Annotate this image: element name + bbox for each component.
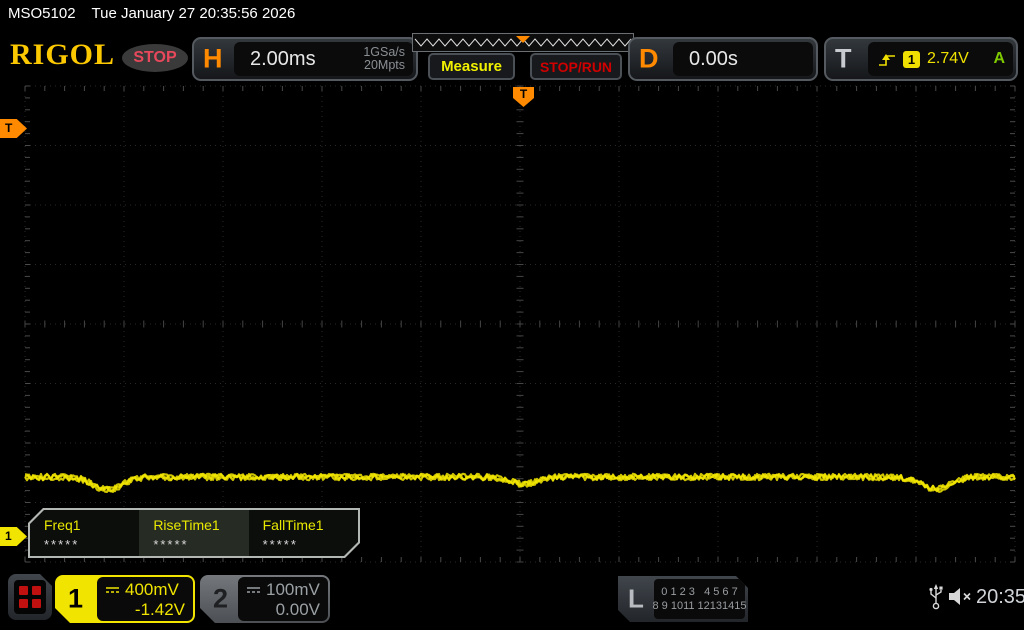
channel2-scale: 100mV — [266, 580, 320, 599]
trigger-label: T — [835, 43, 852, 74]
acquisition-rates: 1GSa/s 20Mpts — [363, 46, 413, 72]
measure-item-falltime1[interactable]: FallTime1 ***** — [249, 510, 358, 556]
datetime: Tue January 27 20:35:56 2026 — [91, 5, 296, 22]
rising-edge-trigger-icon — [879, 53, 895, 66]
digital-channel-list: 0 1 2 3 4 5 6 7 8 9 1011 12131415 — [654, 579, 745, 619]
delay-label: D — [639, 43, 659, 74]
digital-channels-row2: 8 9 1011 12131415 — [652, 600, 747, 612]
status-bar: MSO5102 Tue January 27 20:35:56 2026 — [8, 5, 295, 22]
logic-analyzer-block[interactable]: L 0 1 2 3 4 5 6 7 8 9 1011 12131415 — [618, 576, 748, 622]
model-name: MSO5102 — [8, 5, 76, 22]
horizontal-settings-button[interactable]: H 2.00ms 1GSa/s 20Mpts — [192, 37, 418, 81]
ch1-ground-marker[interactable]: 1 — [0, 527, 27, 546]
trigger-mode: A — [993, 50, 1005, 67]
delay-box: 0.00s — [673, 42, 813, 76]
measure-item-freq1[interactable]: Freq1 ***** — [30, 510, 139, 556]
dc-coupling-icon — [246, 585, 261, 595]
grid-menu-icon — [14, 580, 46, 614]
main-menu-button[interactable] — [8, 574, 52, 620]
memory-depth: 20Mpts — [364, 58, 405, 72]
trigger-source-badge: 1 — [903, 50, 920, 68]
stop-run-button[interactable]: STOP/RUN — [530, 53, 622, 80]
horizontal-label: H — [203, 43, 223, 74]
channel1-scale: 400mV — [125, 580, 179, 599]
digital-channels-row1: 0 1 2 3 4 5 6 7 — [661, 586, 738, 598]
channel2-status-block[interactable]: 2 100mV 0.00V — [200, 575, 330, 623]
logic-analyzer-label: L — [628, 583, 644, 614]
waveform-preview-strip[interactable] — [412, 33, 634, 52]
usb-icon — [929, 584, 943, 610]
timebase-value: 2.00ms — [250, 47, 316, 70]
measure-name: Freq1 — [44, 517, 81, 533]
delay-settings-button[interactable]: D 0.00s — [628, 37, 818, 81]
measure-name: RiseTime1 — [153, 517, 220, 533]
trigger-position-marker[interactable]: T — [513, 87, 534, 107]
measure-name: FallTime1 — [262, 517, 324, 533]
dc-coupling-icon — [105, 585, 120, 595]
measure-item-risetime1[interactable]: RiseTime1 ***** — [139, 510, 248, 556]
sound-muted-icon[interactable] — [948, 586, 974, 607]
measure-value: ***** — [262, 537, 298, 552]
oscilloscope-screen: MSO5102 Tue January 27 20:35:56 2026 RIG… — [0, 0, 1024, 630]
channel1-offset: -1.42V — [134, 600, 185, 619]
rigol-logo: RIGOL — [10, 38, 116, 71]
trigger-level-marker[interactable]: T — [0, 119, 27, 138]
measure-value: ***** — [153, 537, 189, 552]
channel2-number: 2 — [213, 583, 229, 614]
trigger-box: 1 2.74V A — [868, 42, 1013, 76]
measure-value: ***** — [44, 537, 80, 552]
trigger-settings-button[interactable]: T 1 2.74V A — [824, 37, 1018, 81]
acquisition-status-badge: STOP — [122, 44, 188, 72]
delay-value: 0.00s — [689, 47, 738, 70]
measurement-panel: Freq1 ***** RiseTime1 ***** FallTime1 **… — [28, 508, 360, 558]
trigger-level-value: 2.74V — [927, 50, 969, 67]
measure-button[interactable]: Measure — [428, 53, 515, 80]
preview-zigzag-icon — [414, 36, 632, 47]
clock: 20:35 — [976, 586, 1024, 608]
channel2-offset: 0.00V — [275, 600, 320, 619]
channel1-status-block[interactable]: 1 400mV -1.42V — [55, 575, 195, 623]
channel1-number: 1 — [68, 583, 84, 614]
timebase-box: 2.00ms 1GSa/s 20Mpts — [234, 42, 413, 76]
